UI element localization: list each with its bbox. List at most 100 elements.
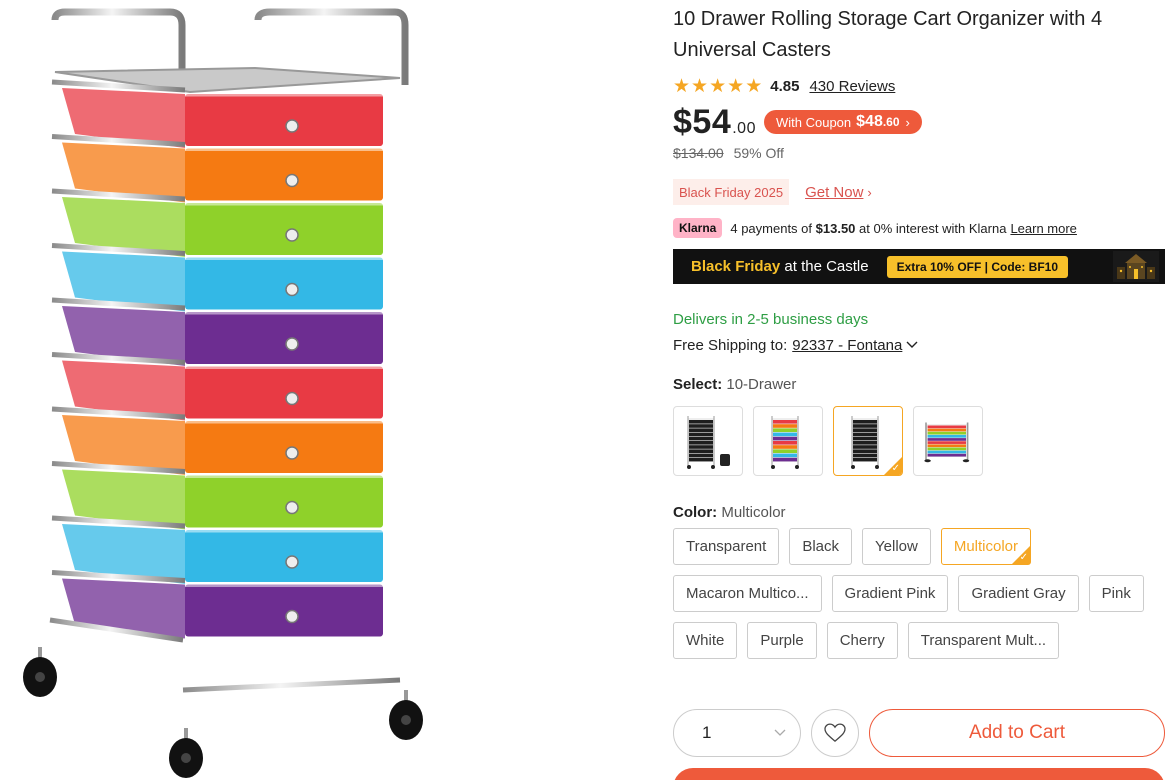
color-option[interactable]: Transparent <box>673 528 780 565</box>
caster-hub <box>181 753 191 763</box>
drawer-front <box>185 257 383 310</box>
klarna-logo: Klarna <box>673 218 723 238</box>
was-price: $134.00 <box>673 145 724 161</box>
variant-thumb-black-cart-thumb-2[interactable]: ✓ <box>833 406 903 476</box>
reviews-link[interactable]: 430 Reviews <box>809 78 895 95</box>
color-option-label: Transparent Mult... <box>920 632 1047 649</box>
drawer-front <box>185 530 383 582</box>
rolling-cart-image <box>23 8 423 778</box>
color-option-label: Multicolor <box>953 538 1019 555</box>
star-icon: ★ <box>745 75 763 97</box>
color-option[interactable]: Yellow <box>862 528 931 565</box>
color-option[interactable]: White <box>673 622 738 659</box>
quantity-select[interactable]: 1 <box>673 709 801 757</box>
heart-icon <box>824 723 846 743</box>
drawer-knob <box>285 173 299 188</box>
drawer-front <box>185 475 383 528</box>
color-option[interactable]: Macaron Multico... <box>673 575 822 612</box>
cart-row: 1 Add to Cart <box>673 709 1165 757</box>
castle-icon <box>1113 251 1159 282</box>
color-option-label: Gradient Pink <box>844 585 936 602</box>
star-icon: ★ <box>673 75 691 97</box>
was-price-row: $134.00 59% Off <box>673 144 1165 162</box>
rating-row: ★ ★ ★ ★ ★ 4.85 430 Reviews <box>673 76 1165 96</box>
coupon-label: With Coupon <box>775 114 852 130</box>
color-option[interactable]: Black <box>789 528 853 565</box>
variant-thumbnails: ✓ <box>673 406 1165 476</box>
drawer-knob <box>285 391 299 406</box>
learn-more-link[interactable]: Learn more <box>1010 221 1076 236</box>
color-option[interactable]: Gradient Pink <box>831 575 949 612</box>
drawer-front <box>185 312 383 364</box>
coupon-price: $48.60 <box>856 113 900 130</box>
drawer-knob <box>285 446 299 460</box>
price-row: $54.00 With Coupon $48.60 › <box>673 102 1165 142</box>
product-title: 10 Drawer Rolling Storage Cart Organizer… <box>673 8 1103 61</box>
color-options: Transparent Black Yellow Multicolor ✓ Macaron… <box>673 528 1165 659</box>
banner-title: Black Friday at the Castle <box>691 258 869 275</box>
color-option-label: Cherry <box>839 632 885 649</box>
wishlist-button[interactable] <box>811 709 859 757</box>
caster-hub <box>401 715 411 725</box>
variant-thumb-black-cart-thumb-1[interactable] <box>673 406 743 476</box>
color-option-label: Macaron Multico... <box>686 585 809 602</box>
color-option-label: Purple <box>760 632 804 649</box>
color-option-label: Pink <box>1101 585 1131 602</box>
chevron-down-icon[interactable] <box>906 338 918 352</box>
add-to-cart-button[interactable]: Add to Cart <box>869 709 1165 757</box>
klarna-text: 4 payments of $13.50 at 0% interest with… <box>730 220 1007 236</box>
buy-now-button[interactable] <box>673 768 1165 780</box>
zip-link[interactable]: 92337 - Fontana <box>792 337 902 354</box>
drawer-knob <box>285 609 299 624</box>
star-icon: ★ <box>691 75 709 97</box>
color-option[interactable]: Multicolor ✓ <box>940 528 1032 565</box>
drawer-front <box>185 203 383 255</box>
top-shelf <box>54 66 401 94</box>
color-option-label: Transparent <box>686 538 767 555</box>
quantity-value: 1 <box>702 723 712 742</box>
bottom-rail <box>182 677 401 693</box>
variant-thumb-multicolor-cart-thumb-2[interactable] <box>913 406 983 476</box>
get-now-link[interactable]: Get Now <box>805 184 863 201</box>
black-friday-tag: Black Friday 2025 <box>673 179 790 205</box>
product-image[interactable] <box>0 0 650 780</box>
color-option[interactable]: Cherry <box>826 622 898 659</box>
drawer-front <box>185 421 383 473</box>
check-icon: ✓ <box>1019 552 1029 563</box>
product-info: 10 Drawer Rolling Storage Cart Organizer… <box>673 0 1165 780</box>
color-option-label: White <box>686 632 725 649</box>
color-option[interactable]: Purple <box>747 622 817 659</box>
check-icon: ✓ <box>891 463 900 474</box>
drawer-front <box>185 366 383 419</box>
color-option-label: Black <box>802 538 840 555</box>
promo-row: Black Friday 2025 Get Now › <box>673 179 1165 205</box>
color-option-label: Yellow <box>875 538 918 555</box>
drawer-knob <box>285 282 299 297</box>
color-option-label: Gradient Gray <box>971 585 1066 602</box>
drawer-knob <box>285 228 299 242</box>
chevron-right-icon: › <box>905 114 910 130</box>
star-rating: ★ ★ ★ ★ ★ <box>673 77 762 96</box>
color-option[interactable]: Pink <box>1088 575 1144 612</box>
drawer-knob <box>285 337 299 351</box>
discount-label: 59% Off <box>733 145 784 161</box>
chevron-down-icon <box>774 726 786 740</box>
klarna-row: Klarna 4 payments of $13.50 at 0% intere… <box>673 217 1165 239</box>
select-label: Select: 10-Drawer <box>673 376 797 393</box>
coupon-button[interactable]: With Coupon $48.60 › <box>763 110 922 134</box>
variant-thumb-multicolor-cart-thumb-1[interactable] <box>753 406 823 476</box>
color-option[interactable]: Transparent Mult... <box>907 622 1060 659</box>
drawer-knob <box>285 119 299 133</box>
color-label: Color: Multicolor <box>673 504 786 521</box>
drawer-knob <box>285 555 299 569</box>
drawer-front <box>185 94 383 146</box>
shipping-label: Free Shipping to: <box>673 336 788 354</box>
drawer-front <box>185 148 383 201</box>
rating-value: 4.85 <box>770 77 800 95</box>
color-option[interactable]: Gradient Gray <box>958 575 1079 612</box>
black-friday-banner[interactable]: Black Friday at the Castle Extra 10% OFF… <box>673 249 1165 284</box>
frame-handle-left <box>51 8 186 70</box>
star-icon: ★ <box>727 75 745 97</box>
caster-hub <box>35 672 45 682</box>
delivery-estimate: Delivers in 2-5 business days <box>673 311 869 328</box>
